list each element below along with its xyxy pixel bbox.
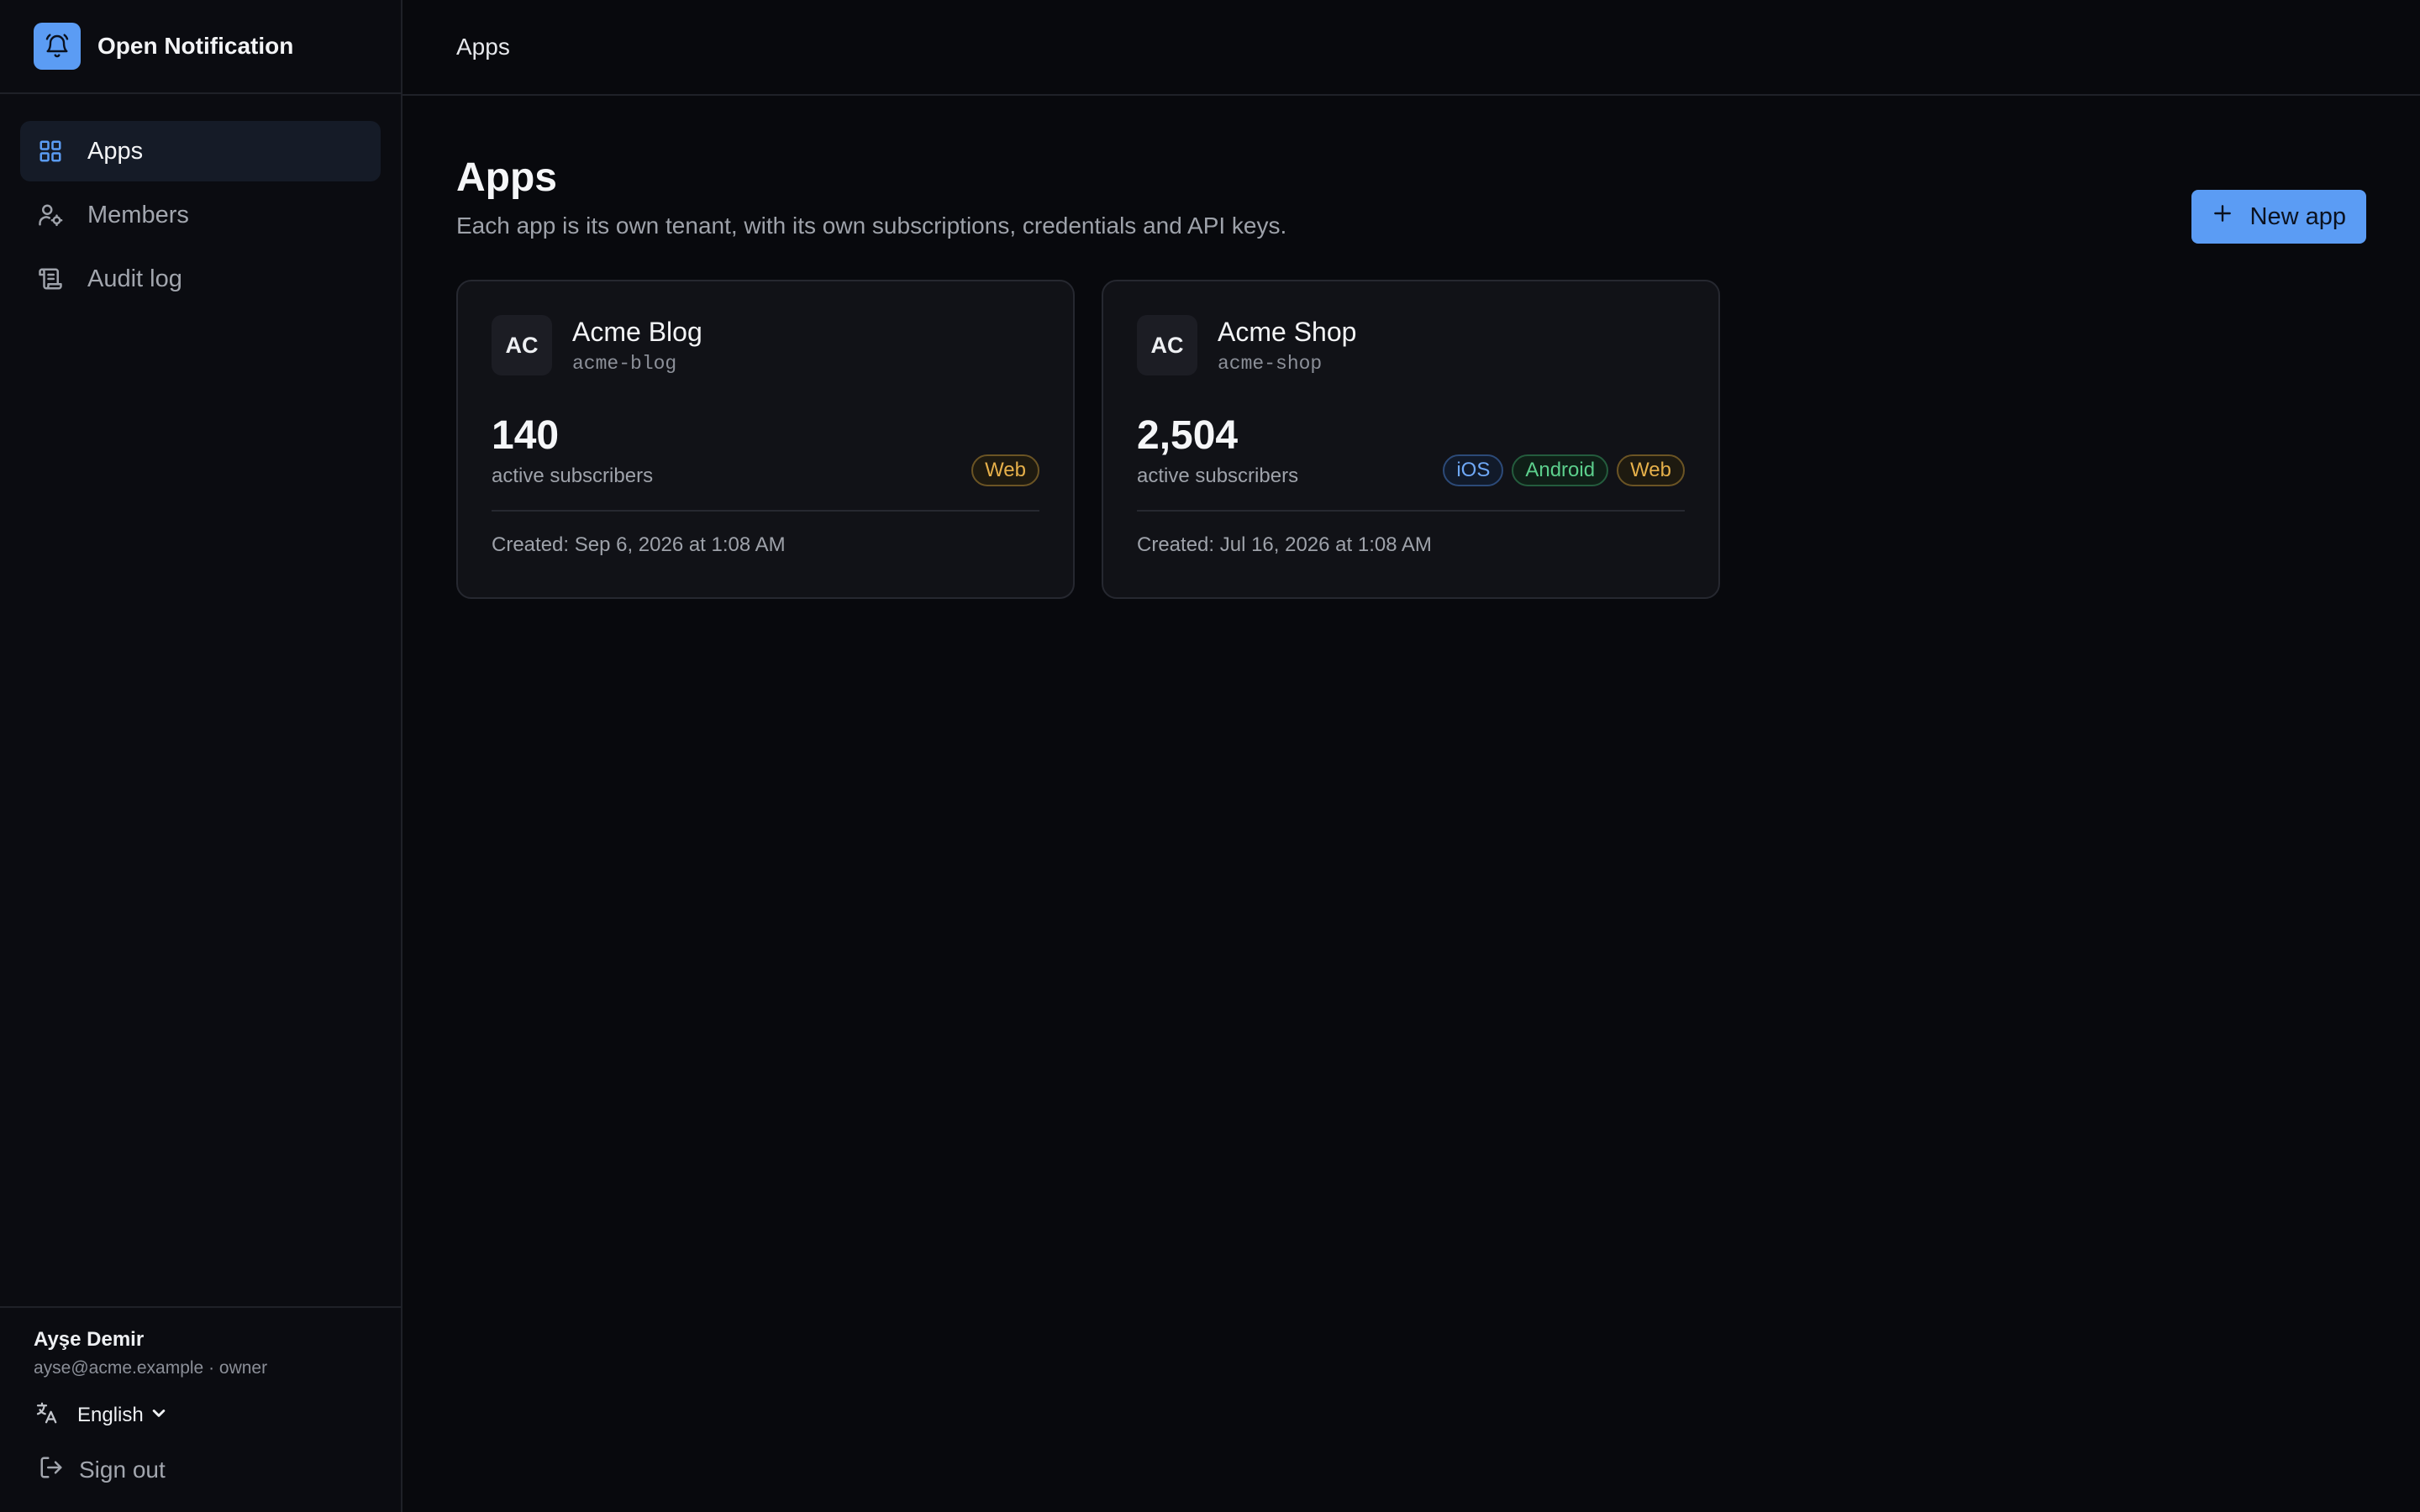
user-email-role: ayse@acme.example · owner bbox=[34, 1358, 268, 1378]
app-name: Acme Shop bbox=[1218, 316, 1357, 347]
app-shell: Open Notification Apps Members Audit log… bbox=[0, 0, 2420, 1512]
plus-icon bbox=[2212, 202, 2233, 231]
card-header: AC Acme Shop acme-shop bbox=[1137, 315, 1685, 375]
sidebar-nav: Apps Members Audit log bbox=[0, 94, 401, 312]
bell-icon bbox=[34, 23, 81, 70]
card-titles: Acme Blog acme-blog bbox=[572, 317, 702, 375]
app-name: Acme Blog bbox=[572, 316, 702, 347]
translate-icon bbox=[34, 1400, 59, 1430]
sidebar-item-audit-log[interactable]: Audit log bbox=[20, 249, 381, 309]
users-icon bbox=[37, 202, 64, 228]
sign-out-button[interactable]: Sign out bbox=[34, 1455, 401, 1484]
divider bbox=[492, 510, 1039, 512]
sidebar-item-label: Members bbox=[87, 201, 189, 228]
scroll-icon bbox=[37, 265, 64, 292]
platform-badge-web: Web bbox=[1617, 454, 1685, 486]
grid-icon bbox=[37, 138, 64, 165]
stat-row: 2,504 active subscribers iOS Android Web bbox=[1137, 416, 1685, 488]
app-slug: acme-shop bbox=[1218, 352, 1323, 375]
stat-row: 140 active subscribers Web bbox=[492, 416, 1039, 488]
app-avatar: AC bbox=[1137, 315, 1197, 375]
sidebar-item-label: Audit log bbox=[87, 265, 182, 292]
subscriber-count: 2,504 bbox=[1137, 413, 1239, 458]
new-app-label: New app bbox=[2249, 202, 2346, 230]
subscriber-label: active subscribers bbox=[492, 465, 654, 487]
sidebar: Open Notification Apps Members Audit log… bbox=[0, 0, 402, 1512]
sidebar-item-label: Apps bbox=[87, 137, 144, 165]
language-select[interactable]: English bbox=[34, 1400, 401, 1430]
user-name: Ayşe Demir bbox=[34, 1328, 145, 1351]
sign-out-icon bbox=[39, 1455, 64, 1484]
user-panel: Ayşe Demir ayse@acme.example · owner Eng… bbox=[0, 1306, 401, 1512]
card-header: AC Acme Blog acme-blog bbox=[492, 315, 1039, 375]
app-card-acme-shop[interactable]: AC Acme Shop acme-shop 2,504 active subs… bbox=[1102, 280, 1720, 599]
created-date: Created: Jul 16, 2026 at 1:08 AM bbox=[1137, 533, 1432, 556]
subscriber-count: 140 bbox=[492, 413, 560, 458]
platform-badge-web: Web bbox=[971, 454, 1039, 486]
content: Apps Each app is its own tenant, with it… bbox=[402, 96, 2420, 599]
page-subtitle: Each app is its own tenant, with its own… bbox=[456, 213, 1287, 239]
page-title: Apps bbox=[456, 155, 557, 200]
brand[interactable]: Open Notification bbox=[0, 0, 401, 94]
app-cards: AC Acme Blog acme-blog 140 active subscr… bbox=[456, 280, 2366, 599]
card-titles: Acme Shop acme-shop bbox=[1218, 317, 1356, 375]
brand-name: Open Notification bbox=[97, 33, 294, 59]
main-area: Apps Apps Each app is its own tenant, wi… bbox=[402, 0, 2420, 1512]
subscriber-stat: 140 active subscribers bbox=[492, 416, 653, 488]
breadcrumb: Apps bbox=[456, 34, 510, 60]
platform-badges: iOS Android Web bbox=[1434, 454, 1685, 486]
sidebar-item-apps[interactable]: Apps bbox=[20, 121, 381, 181]
language-value: English bbox=[77, 1403, 144, 1426]
subscriber-label: active subscribers bbox=[1137, 465, 1299, 487]
app-avatar: AC bbox=[492, 315, 552, 375]
platform-badge-android: Android bbox=[1512, 454, 1609, 486]
sign-out-label: Sign out bbox=[79, 1456, 166, 1483]
platform-badge-ios: iOS bbox=[1443, 454, 1504, 486]
subscriber-stat: 2,504 active subscribers bbox=[1137, 416, 1298, 488]
app-card-acme-blog[interactable]: AC Acme Blog acme-blog 140 active subscr… bbox=[456, 280, 1075, 599]
created-date: Created: Sep 6, 2026 at 1:08 AM bbox=[492, 533, 786, 556]
chevron-down-icon bbox=[150, 1404, 167, 1425]
divider bbox=[1137, 510, 1685, 512]
app-slug: acme-blog bbox=[572, 352, 677, 375]
new-app-button[interactable]: New app bbox=[2191, 190, 2366, 244]
platform-badges: Web bbox=[963, 454, 1039, 486]
topbar: Apps bbox=[402, 0, 2420, 96]
sidebar-item-members[interactable]: Members bbox=[20, 185, 381, 245]
